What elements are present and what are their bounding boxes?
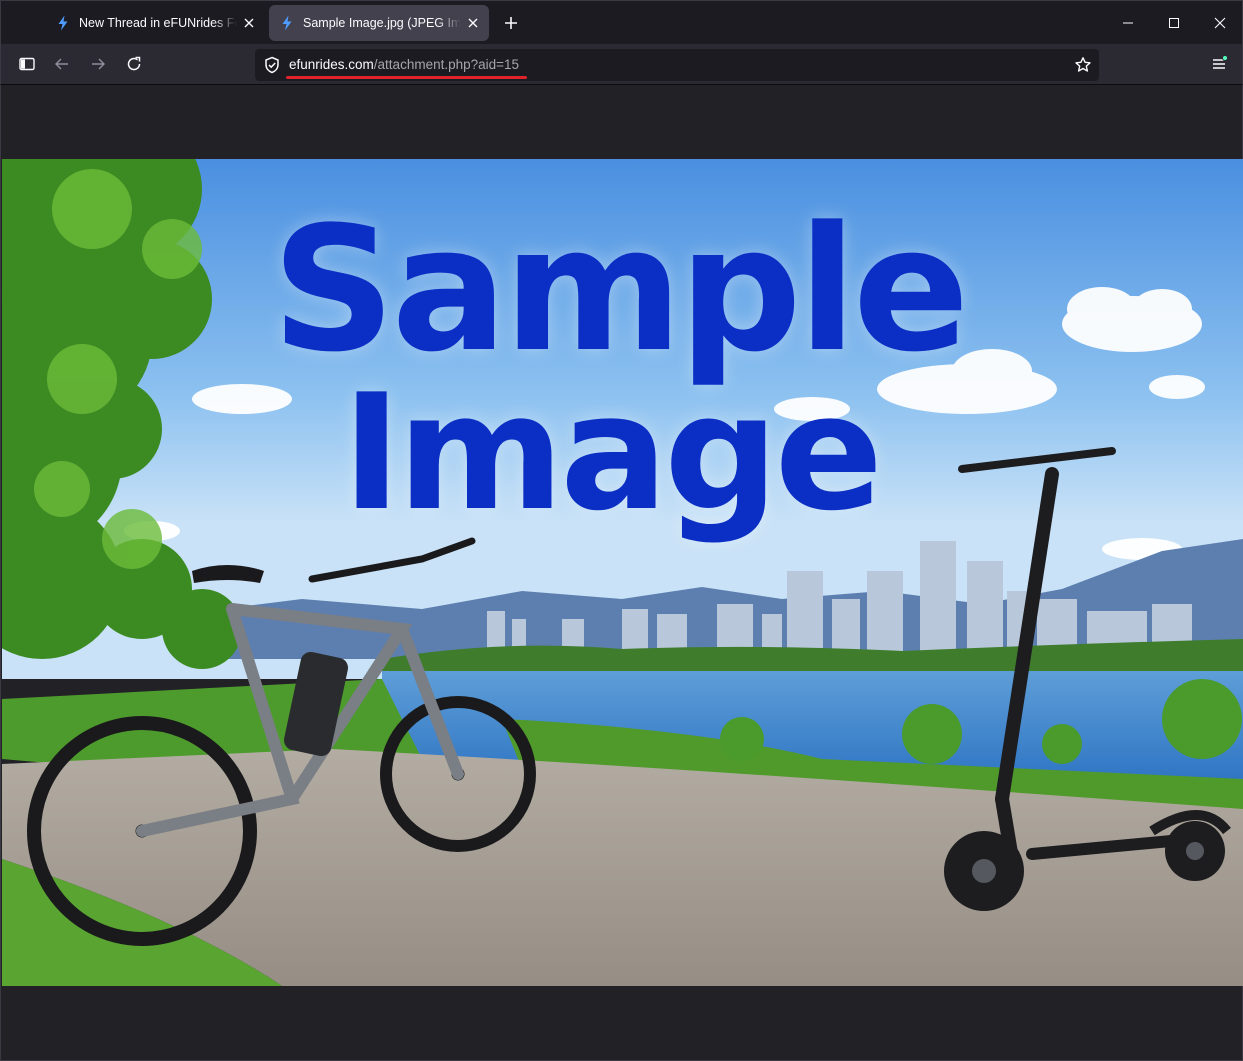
sidebar-icon (19, 57, 35, 71)
close-window-button[interactable] (1197, 1, 1243, 45)
forward-arrow-icon (92, 58, 105, 70)
page-content: Sample Image (0, 85, 1243, 1061)
app-menu-button[interactable] (1205, 50, 1233, 78)
back-arrow-icon (55, 58, 68, 70)
url-underline-annotation (286, 76, 527, 79)
navigation-toolbar: efunrides.com/attachment.php?aid=15 (0, 44, 1243, 85)
new-tab-button[interactable] (499, 11, 523, 35)
reload-icon (127, 56, 141, 71)
image-text-sample: Sample (271, 189, 970, 390)
reload-button[interactable] (120, 50, 148, 78)
star-icon[interactable] (1074, 56, 1092, 74)
bolt-icon (282, 15, 292, 31)
tab-title: New Thread in eFUNrides Forum (79, 16, 237, 30)
url-path: /attachment.php?aid=15 (373, 57, 520, 72)
forward-button[interactable] (84, 50, 112, 78)
maximize-icon (1169, 18, 1179, 28)
url-host: efunrides.com (289, 57, 374, 72)
minimize-icon (1123, 22, 1133, 24)
image-text-image: Image (341, 359, 883, 546)
tab-title: Sample Image.jpg (JPEG Image (303, 16, 461, 30)
tab-new-thread[interactable]: New Thread in eFUNrides Forum (45, 5, 265, 41)
shield-icon[interactable] (263, 56, 281, 74)
address-bar[interactable]: efunrides.com/attachment.php?aid=15 (255, 49, 1099, 81)
minimize-button[interactable] (1105, 1, 1151, 45)
displayed-image[interactable]: Sample Image (2, 159, 1243, 986)
close-icon (1214, 17, 1226, 29)
bolt-icon (58, 15, 68, 31)
tab-close-icon[interactable] (241, 15, 257, 31)
plus-icon (505, 17, 517, 29)
sidebar-toggle-button[interactable] (13, 50, 41, 78)
maximize-button[interactable] (1151, 1, 1197, 45)
back-button[interactable] (48, 50, 76, 78)
tab-strip: New Thread in eFUNrides Forum Sample Ima… (0, 0, 1243, 44)
tab-sample-image[interactable]: Sample Image.jpg (JPEG Image (269, 5, 489, 41)
tab-close-icon[interactable] (465, 15, 481, 31)
menu-icon (1213, 55, 1228, 69)
url-text[interactable]: efunrides.com/attachment.php?aid=15 (289, 57, 519, 72)
